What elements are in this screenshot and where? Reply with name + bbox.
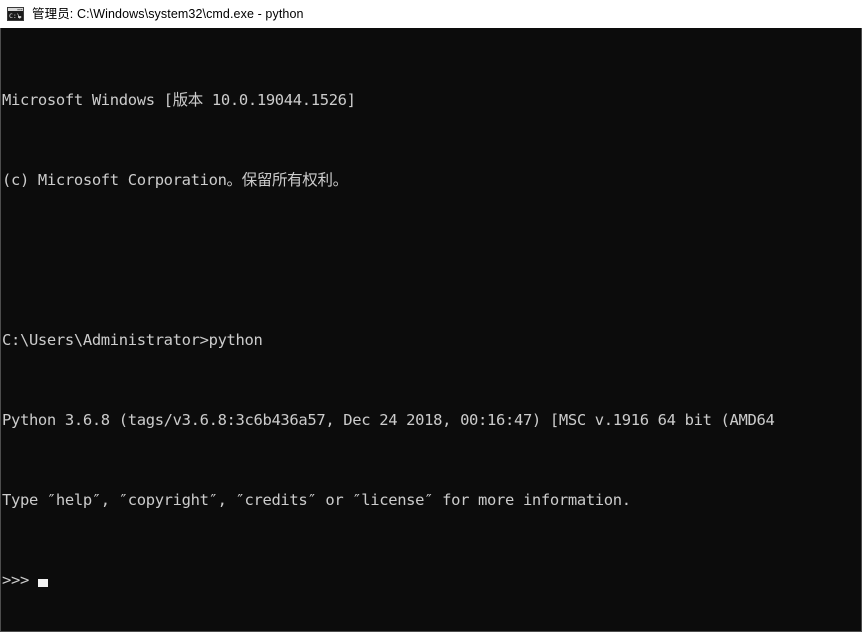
line-command-prompt: C:\Users\Administrator>python <box>2 331 263 349</box>
line-python-banner: Python 3.6.8 (tags/v3.6.8:3c6b436a57, De… <box>2 411 775 429</box>
line-python-help-hint: Type ″help″, ″copyright″, ″credits″ or ″… <box>2 491 631 509</box>
python-prompt-symbol: >>> <box>2 571 38 589</box>
title-bar[interactable]: C:\ 管理员: C:\Windows\system32\cmd.exe - p… <box>0 0 862 28</box>
text-cursor <box>37 579 48 587</box>
line-windows-version: Microsoft Windows [版本 10.0.19044.1526] <box>2 91 356 109</box>
cmd-console-icon: C:\ <box>7 6 24 23</box>
python-prompt-line[interactable]: >>> <box>2 570 861 590</box>
line-copyright: (c) Microsoft Corporation。保留所有权利。 <box>2 171 348 189</box>
line-blank <box>2 250 861 270</box>
console-output[interactable]: Microsoft Windows [版本 10.0.19044.1526] (… <box>1 28 861 631</box>
console-area[interactable]: Microsoft Windows [版本 10.0.19044.1526] (… <box>0 28 862 632</box>
window-title: 管理员: C:\Windows\system32\cmd.exe - pytho… <box>32 7 304 21</box>
cmd-window: C:\ 管理员: C:\Windows\system32\cmd.exe - p… <box>0 0 862 632</box>
svg-text:C:\: C:\ <box>9 12 21 20</box>
